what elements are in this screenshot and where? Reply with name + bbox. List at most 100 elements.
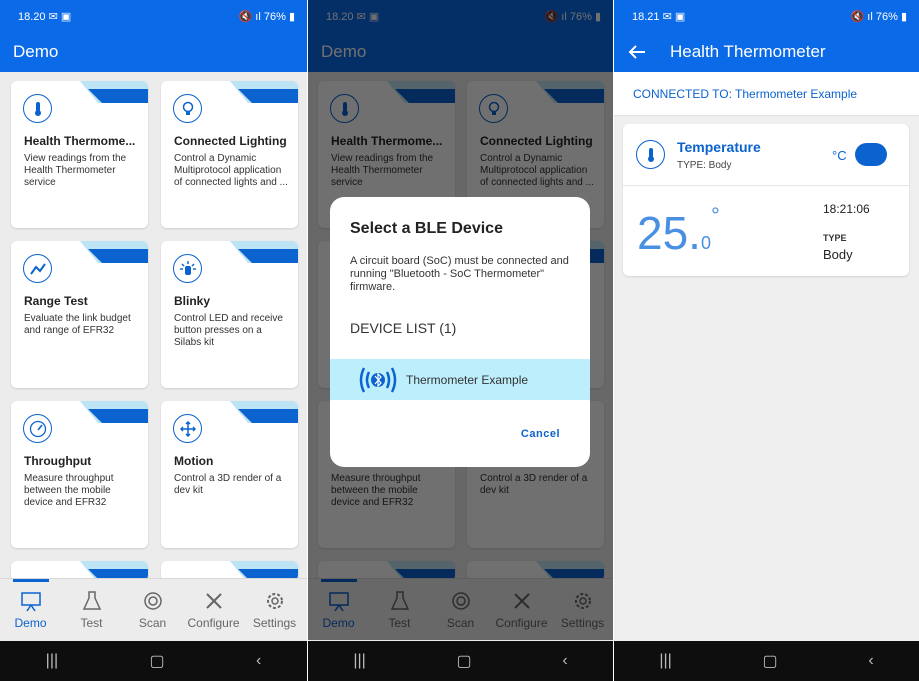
nav-test[interactable]: Test [61, 579, 122, 641]
card-title: Motion [174, 454, 214, 468]
move-icon [173, 414, 202, 443]
battery-text: 76% [263, 10, 286, 23]
mute-icon: 🔇 [238, 10, 253, 23]
card-desc: Measure throughput between the mobile de… [24, 473, 114, 508]
unit-toggle[interactable] [855, 143, 887, 166]
back-button[interactable]: ‹ [868, 652, 873, 670]
device-list-label: DEVICE LIST (1) [350, 320, 457, 336]
gear-icon [266, 593, 283, 609]
app-bar: Demo [0, 32, 307, 72]
system-nav-bar: ||| ▢ ‹ [308, 641, 613, 681]
nav-configure[interactable]: Configure [183, 579, 244, 641]
reading-time: 18:21:06 [823, 202, 870, 216]
connection-status: CONNECTED TO: Thermometer Example [614, 72, 919, 116]
temperature-card-header: Temperature TYPE: Body °C [623, 124, 909, 186]
temperature-reading: 25.0 ° [637, 203, 720, 260]
card-desc: Control LED and receive button presses o… [174, 313, 283, 348]
signal-icon: ıl [255, 10, 261, 23]
temperature-type: TYPE: Body [677, 160, 732, 171]
system-nav-bar: ||| ▢ ‹ [0, 641, 307, 681]
status-time: 18.21 [632, 10, 660, 23]
home-button[interactable]: ▢ [457, 651, 472, 671]
demo-icon [20, 592, 41, 612]
card-connected-lighting[interactable]: Connected Lighting Control a Dynamic Mul… [161, 81, 298, 228]
nav-settings[interactable]: Settings [244, 579, 305, 641]
nav-label: Test [80, 616, 103, 630]
card-throughput[interactable]: Throughput Measure throughput between th… [11, 401, 148, 548]
card-corner-decoration [230, 81, 298, 103]
nav-label: Demo [14, 616, 47, 630]
device-select-screen: 18.20 ✉ ▣ 🔇 ıl 76% ▮ Demo Health Thermom… [308, 0, 613, 681]
card-title: Blinky [174, 294, 211, 308]
card-range-test[interactable]: Range Test Evaluate the link budget and … [11, 241, 148, 388]
page-title: Health Thermometer [670, 42, 826, 61]
scan-icon [143, 592, 162, 610]
battery-icon: ▮ [900, 10, 907, 23]
card-motion[interactable]: Motion Control a 3D render of a dev kit [161, 401, 298, 548]
cancel-button[interactable]: Cancel [521, 428, 560, 440]
dialog-description: A circuit board (SoC) must be connected … [350, 255, 569, 293]
back-arrow-icon[interactable] [628, 45, 646, 59]
card-desc: Control a 3D render of a dev kit [174, 473, 282, 496]
home-button[interactable]: ▢ [150, 651, 165, 671]
type-value: Body [823, 247, 853, 262]
app-bar: Health Thermometer [614, 32, 919, 72]
card-title: Health Thermome... [24, 134, 136, 148]
battery-icon: ▮ [288, 10, 295, 23]
recents-button[interactable]: ||| [353, 652, 365, 670]
card-desc: Control a Dynamic Multiprotocol applicat… [174, 153, 288, 188]
system-nav-bar: ||| ▢ ‹ [614, 641, 919, 681]
health-thermometer-screen: 18.21 ✉ ▣ 🔇 ıl 76% ▮ Health Thermometer … [614, 0, 919, 681]
type-label: TYPE [823, 233, 847, 243]
home-button[interactable]: ▢ [763, 651, 778, 671]
blinky-icon [173, 254, 202, 283]
bottom-navigation: Demo Test Scan Configure Settings [0, 578, 307, 640]
thermometer-icon [23, 94, 52, 123]
signal-icon: ıl [867, 10, 873, 23]
card-corner-decoration [80, 81, 148, 103]
image-icon: ▣ [60, 10, 72, 23]
mute-icon: 🔇 [850, 10, 865, 23]
mail-icon: ✉ [662, 10, 672, 23]
select-device-dialog: Select a BLE Device A circuit board (SoC… [330, 197, 590, 467]
temperature-value: 25. [637, 207, 701, 259]
device-name: Thermometer Example [406, 372, 529, 387]
degree-symbol: ° [710, 203, 720, 228]
mail-icon: ✉ [48, 10, 58, 23]
recents-button[interactable]: ||| [659, 652, 671, 670]
recents-button[interactable]: ||| [46, 652, 58, 670]
device-row[interactable]: Thermometer Example [330, 359, 590, 400]
image-icon: ▣ [674, 10, 686, 23]
page-title: Demo [13, 42, 59, 61]
status-bar: 18.21 ✉ ▣ 🔇 ıl 76% ▮ [614, 0, 919, 32]
card-corner-decoration [80, 241, 148, 263]
tools-icon [205, 593, 222, 609]
status-bar: 18.20 ✉ ▣ 🔇 ıl 76% ▮ [0, 0, 307, 32]
card-blinky[interactable]: Blinky Control LED and receive button pr… [161, 241, 298, 388]
unit-label: °C [832, 148, 847, 163]
back-button[interactable]: ‹ [256, 652, 261, 670]
nav-demo[interactable]: Demo [0, 579, 61, 641]
nav-label: Scan [138, 616, 167, 630]
temperature-decimal: 0 [700, 233, 711, 253]
thermometer-icon [636, 140, 665, 169]
temperature-card: Temperature TYPE: Body °C 25.0 ° 18:21:06… [623, 124, 909, 276]
active-indicator [13, 579, 49, 582]
temperature-label: Temperature [677, 139, 761, 155]
lightbulb-icon [173, 94, 202, 123]
nav-label: Settings [252, 616, 297, 630]
gauge-icon [23, 414, 52, 443]
card-health-thermometer[interactable]: Health Thermome... View readings from th… [11, 81, 148, 228]
battery-text: 76% [875, 10, 898, 23]
back-button[interactable]: ‹ [562, 652, 567, 670]
card-desc: Evaluate the link budget and range of EF… [24, 313, 131, 336]
nav-scan[interactable]: Scan [122, 579, 183, 641]
card-corner-decoration [230, 241, 298, 263]
card-title: Range Test [24, 294, 88, 308]
bluetooth-icon [359, 366, 397, 393]
dialog-title: Select a BLE Device [350, 220, 503, 237]
card-desc: View readings from the Health Thermomete… [24, 153, 127, 188]
range-icon [23, 254, 52, 283]
card-corner-decoration [80, 401, 148, 423]
card-title: Connected Lighting [174, 134, 287, 148]
